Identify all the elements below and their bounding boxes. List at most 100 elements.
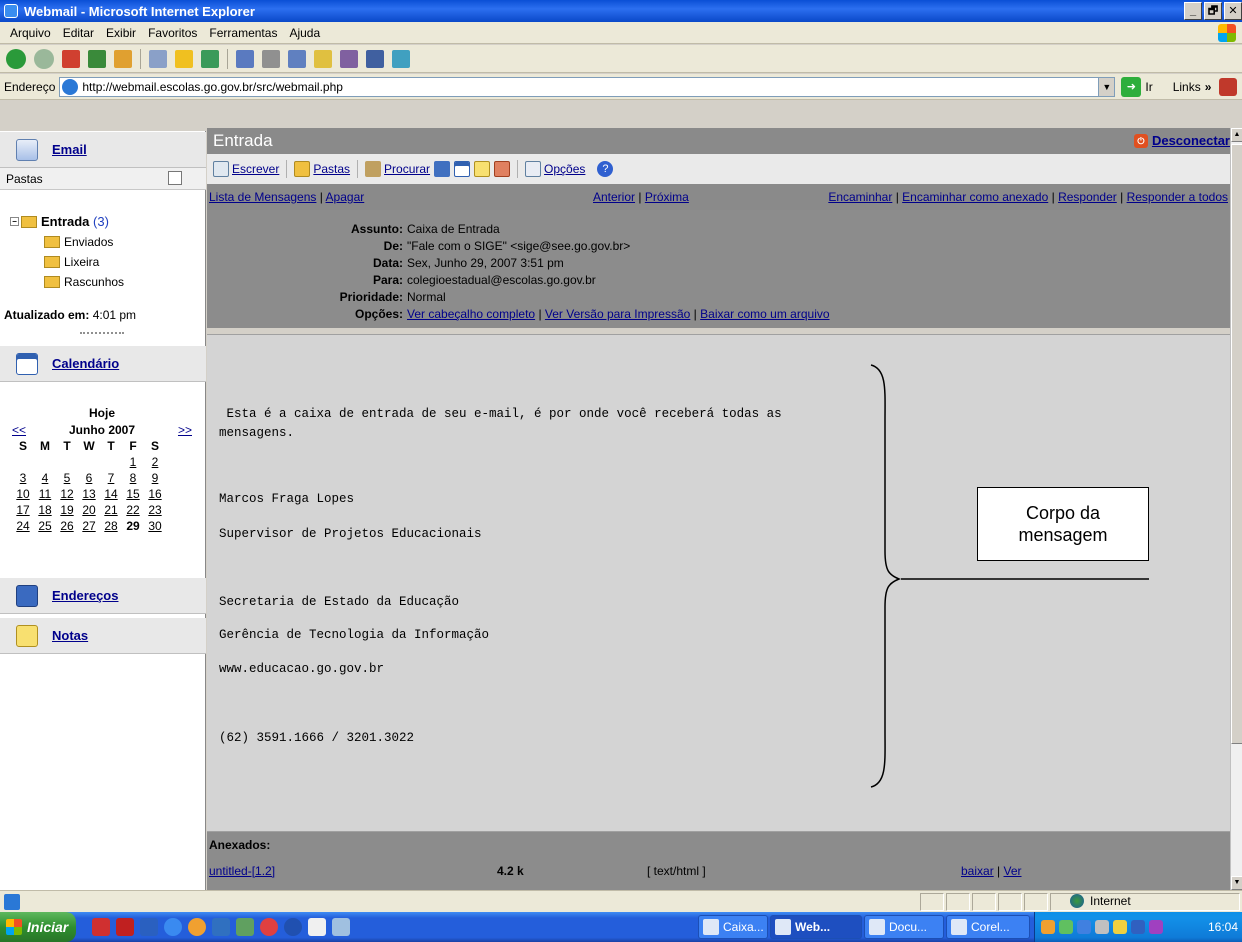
calendar-day[interactable]: 12 xyxy=(56,487,78,501)
calendar-day[interactable]: 2 xyxy=(144,455,166,469)
reply-link[interactable]: Responder xyxy=(1058,190,1117,204)
tools-icon[interactable] xyxy=(392,49,410,68)
forward-icon[interactable] xyxy=(34,48,54,69)
quicklaunch-word-icon[interactable] xyxy=(140,918,158,936)
search-label[interactable]: Procurar xyxy=(384,162,430,176)
close-button[interactable]: ✕ xyxy=(1224,2,1242,20)
quicklaunch-app-icon[interactable] xyxy=(92,918,110,936)
go-button[interactable]: Ir xyxy=(1145,80,1152,94)
calendar-prev-month[interactable]: << xyxy=(12,423,42,437)
email-link[interactable]: Email xyxy=(52,142,87,157)
resize-grip[interactable] xyxy=(80,332,124,334)
mail-icon[interactable] xyxy=(236,49,254,68)
task-label[interactable]: Corel... xyxy=(971,920,1010,934)
go-arrow-icon[interactable]: ➜ xyxy=(1121,76,1142,97)
calendar-day[interactable]: 26 xyxy=(56,519,78,533)
folder-sent-label[interactable]: Enviados xyxy=(64,235,113,249)
sidebar-addresses-header[interactable]: Endereços xyxy=(0,578,206,614)
calendar-button[interactable] xyxy=(454,161,471,177)
calendar-day[interactable]: 29 xyxy=(122,519,144,533)
folders-button[interactable]: Pastas xyxy=(294,161,350,177)
task-label[interactable]: Docu... xyxy=(889,920,927,934)
options-label[interactable]: Opções xyxy=(544,162,585,176)
calendar-day[interactable]: 7 xyxy=(100,471,122,485)
folder-inbox[interactable]: − Entrada (3) xyxy=(10,214,109,229)
calendar-day[interactable]: 25 xyxy=(34,519,56,533)
refresh-folders-icon[interactable] xyxy=(168,171,182,185)
previous-link[interactable]: Anterior xyxy=(593,190,635,204)
task-button-corel[interactable]: Corel... xyxy=(946,915,1030,939)
address-url[interactable]: http://webmail.escolas.go.gov.br/src/web… xyxy=(82,80,343,94)
toolbar-addon-icon[interactable] xyxy=(1219,77,1238,96)
delete-link[interactable]: Apagar xyxy=(326,190,365,204)
calendar-day[interactable]: 13 xyxy=(78,487,100,501)
calendar-day[interactable]: 28 xyxy=(100,519,122,533)
quicklaunch-ie-icon[interactable] xyxy=(164,918,182,936)
calendar-day[interactable]: 23 xyxy=(144,503,166,517)
folder-drafts-label[interactable]: Rascunhos xyxy=(64,275,124,289)
calendar-day[interactable]: 3 xyxy=(12,471,34,485)
calendar-day[interactable]: 10 xyxy=(12,487,34,501)
forward-link[interactable]: Encaminhar xyxy=(828,190,892,204)
start-label[interactable]: Iniciar xyxy=(27,919,68,935)
task-button-caixa[interactable]: Caixa... xyxy=(698,915,768,939)
tray-icon[interactable] xyxy=(1077,920,1091,934)
quicklaunch-app-icon[interactable] xyxy=(188,918,206,936)
quicklaunch-pdf-icon[interactable] xyxy=(116,918,134,936)
clock[interactable]: 16:04 xyxy=(1208,920,1238,934)
scroll-down-icon[interactable]: ▼ xyxy=(1231,876,1242,890)
window-title-bar[interactable]: Webmail - Microsoft Internet Explorer _ … xyxy=(0,0,1242,22)
quicklaunch-app-icon[interactable] xyxy=(332,918,350,936)
research-icon[interactable] xyxy=(366,49,384,68)
task-label[interactable]: Web... xyxy=(795,920,830,934)
address-book-button[interactable] xyxy=(434,161,451,177)
calendar-day[interactable]: 24 xyxy=(12,519,34,533)
menu-ajuda[interactable]: Ajuda xyxy=(283,26,326,40)
calendar-day[interactable]: 14 xyxy=(100,487,122,501)
calendar-day[interactable]: 5 xyxy=(56,471,78,485)
calendar-day[interactable]: 4 xyxy=(34,471,56,485)
calendar-next-month[interactable]: >> xyxy=(162,423,192,437)
folder-trash[interactable]: Lixeira xyxy=(44,255,99,269)
attachment-name-link[interactable]: untitled-[1.2] xyxy=(209,864,275,878)
start-button[interactable]: Iniciar xyxy=(0,912,76,942)
attachment-download-link[interactable]: baixar xyxy=(961,864,994,878)
calendar-day[interactable]: 8 xyxy=(122,471,144,485)
addresses-link[interactable]: Endereços xyxy=(52,588,118,603)
task-button-docu[interactable]: Docu... xyxy=(864,915,944,939)
task-label[interactable]: Caixa... xyxy=(723,920,764,934)
compose-label[interactable]: Escrever xyxy=(232,162,279,176)
address-dropdown-icon[interactable]: ▼ xyxy=(1098,77,1115,96)
address-input[interactable]: http://webmail.escolas.go.gov.br/src/web… xyxy=(59,76,1116,97)
sidebar-email-header[interactable]: Email xyxy=(0,132,206,168)
tray-icon[interactable] xyxy=(1041,920,1055,934)
calendar-day[interactable]: 19 xyxy=(56,503,78,517)
messenger-icon[interactable] xyxy=(340,49,358,68)
quicklaunch-app-icon[interactable] xyxy=(260,918,278,936)
quicklaunch-player-icon[interactable] xyxy=(284,918,302,936)
calendar-day[interactable]: 6 xyxy=(78,471,100,485)
options-button[interactable]: Opções xyxy=(525,161,585,177)
menu-arquivo[interactable]: Arquivo xyxy=(4,26,57,40)
folders-label[interactable]: Pastas xyxy=(313,162,350,176)
menu-favoritos[interactable]: Favoritos xyxy=(142,26,203,40)
calendar-day[interactable]: 1 xyxy=(122,455,144,469)
calendar-day[interactable]: 20 xyxy=(78,503,100,517)
history-icon[interactable] xyxy=(201,49,219,68)
tray-messenger-icon[interactable] xyxy=(1059,920,1073,934)
notes-button[interactable] xyxy=(474,161,491,177)
attachment-view-link[interactable]: Ver xyxy=(1004,864,1022,878)
next-link[interactable]: Próxima xyxy=(645,190,689,204)
menu-exibir[interactable]: Exibir xyxy=(100,26,142,40)
help-button[interactable]: ? xyxy=(597,161,614,177)
tray-icon[interactable] xyxy=(1095,920,1109,934)
forward-attach-link[interactable]: Encaminhar como anexado xyxy=(902,190,1048,204)
folder-inbox-label[interactable]: Entrada xyxy=(41,214,89,229)
calendar-day[interactable]: 27 xyxy=(78,519,100,533)
message-list-link[interactable]: Lista de Mensagens xyxy=(209,190,316,204)
compose-button[interactable]: Escrever xyxy=(213,161,279,177)
search-button[interactable]: Procurar xyxy=(365,161,430,177)
quicklaunch-app-icon[interactable] xyxy=(236,918,254,936)
quicklaunch-doc-icon[interactable] xyxy=(308,918,326,936)
sidebar-calendar-header[interactable]: Calendário xyxy=(0,346,206,382)
